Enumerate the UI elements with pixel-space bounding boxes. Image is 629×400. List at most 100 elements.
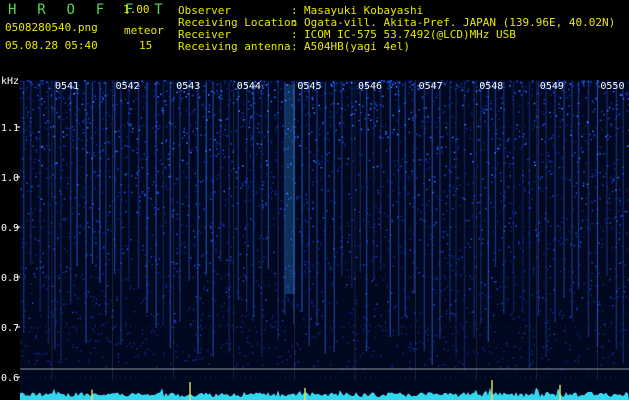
noise-pixel [575,192,578,194]
noise-pixel [157,96,160,98]
noise-pixel [125,362,128,364]
noise-pixel [603,114,605,116]
noise-pixel [377,189,379,192]
noise-pixel [408,296,410,299]
noise-pixel [312,283,314,285]
noise-pixel [459,274,462,276]
noise-pixel [555,115,558,117]
noise-pixel [440,290,443,292]
noise-pixel [517,241,520,243]
noise-pixel [32,219,34,221]
noise-pixel [203,90,205,92]
noise-pixel [573,114,575,117]
noise-pixel [619,203,622,206]
noise-pixel [328,302,331,305]
noise-pixel [320,166,323,169]
noise-pixel [246,337,249,339]
noise-pixel [158,258,161,260]
noise-pixel [24,310,26,313]
noise-pixel [418,271,420,274]
noise-pixel [410,111,412,114]
noise-pixel [74,294,76,297]
noise-pixel [235,171,238,174]
noise-pixel [275,289,278,292]
noise-pixel [244,181,246,184]
noise-pixel [558,103,560,105]
noise-pixel [596,351,598,353]
noise-pixel [173,261,176,264]
noise-pixel [274,89,276,92]
noise-pixel [258,131,261,134]
noise-pixel [625,92,627,95]
noise-pixel [575,232,577,235]
noise-pixel [388,80,391,82]
noise-pixel [450,255,453,257]
noise-pixel [531,350,533,353]
noise-pixel [523,318,525,321]
noise-pixel [337,107,340,109]
noise-pixel [406,317,408,319]
noise-pixel [496,303,499,305]
noise-pixel [105,322,108,324]
noise-pixel [297,344,299,346]
streak [512,82,515,313]
noise-pixel [492,123,495,126]
noise-pixel [32,108,35,111]
noise-pixel [355,109,357,111]
noise-pixel [402,352,404,355]
noise-pixel [321,291,323,293]
noise-pixel [30,283,32,285]
noise-pixel [45,107,48,109]
noise-pixel [446,310,448,312]
noise-pixel [39,353,41,356]
noise-pixel [62,96,65,99]
streak [380,82,382,270]
noise-pixel [163,352,166,355]
app-version: 1.00 [123,3,150,16]
noise-pixel [548,247,550,250]
noise-pixel [377,192,380,194]
noise-pixel [156,334,159,337]
noise-pixel [386,81,388,84]
noise-pixel [125,211,127,213]
noise-pixel [576,307,578,310]
noise-pixel [164,166,167,169]
noise-pixel [222,153,225,155]
noise-pixel [612,304,614,307]
noise-pixel [626,110,629,112]
noise-pixel [235,366,237,368]
noise-pixel [396,200,398,203]
noise-pixel [548,160,551,163]
noise-pixel [195,146,198,149]
noise-pixel [87,291,90,293]
noise-pixel [218,227,220,229]
noise-pixel [382,105,384,108]
noise-pixel [165,168,168,170]
noise-pixel [368,347,370,349]
noise-pixel [193,245,196,247]
noise-pixel [82,92,85,95]
noise-pixel [139,200,141,202]
noise-pixel [385,329,387,332]
noise-pixel [195,359,197,362]
noise-pixel [467,88,470,90]
noise-pixel [194,133,196,136]
noise-pixel [68,128,70,130]
noise-pixel [32,167,35,170]
noise-pixel [126,156,128,158]
noise-pixel [540,153,543,156]
noise-pixel [507,137,510,140]
noise-pixel [466,80,468,82]
noise-pixel [38,99,40,101]
noise-pixel [299,93,301,96]
noise-pixel [626,188,628,191]
noise-pixel [498,110,500,112]
noise-pixel [602,284,604,286]
noise-pixel [194,122,197,124]
noise-pixel [550,161,553,164]
noise-pixel [426,188,428,191]
noise-pixel [533,344,535,346]
noise-pixel [433,340,435,343]
noise-pixel [35,254,37,256]
noise-pixel [627,145,629,147]
